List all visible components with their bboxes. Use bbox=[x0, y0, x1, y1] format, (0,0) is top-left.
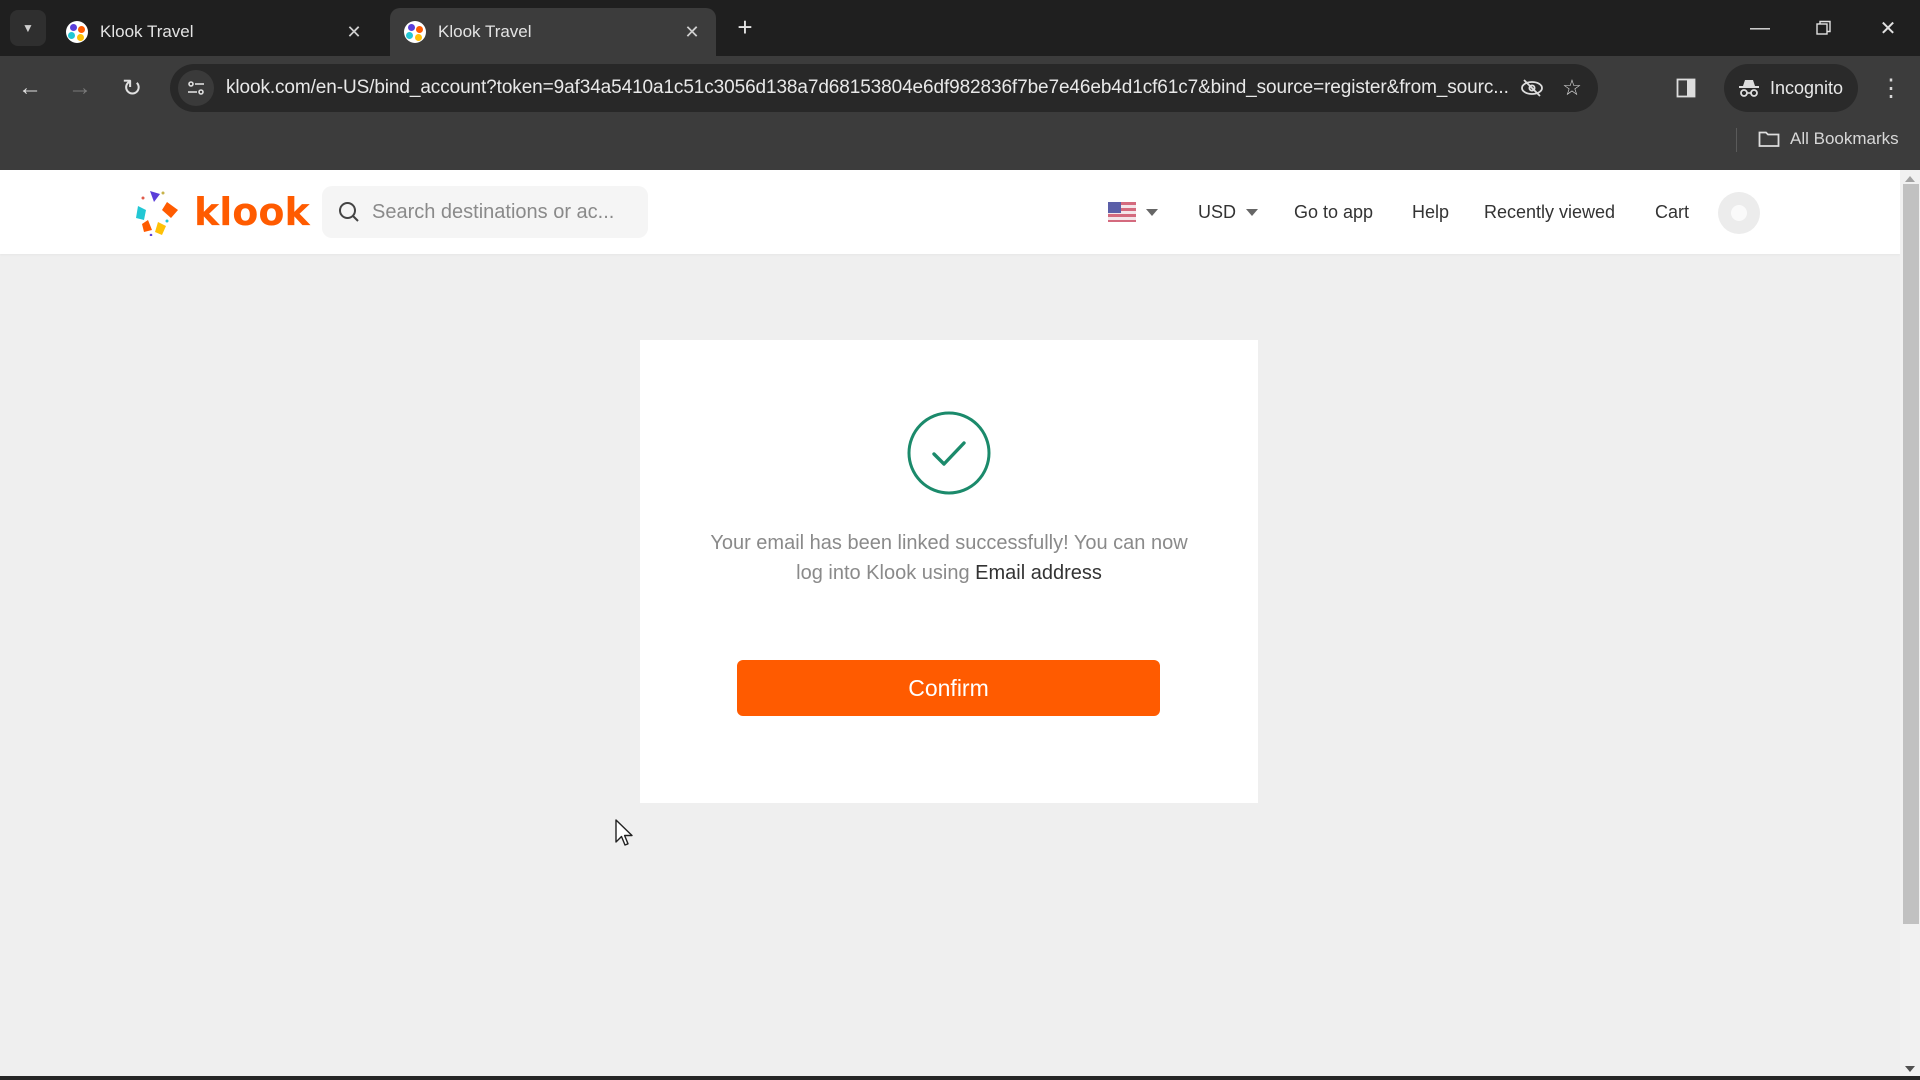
address-bar[interactable]: klook.com/en-US/bind_account?token=9af34… bbox=[170, 64, 1598, 112]
search-box[interactable] bbox=[322, 186, 648, 238]
reload-icon: ↻ bbox=[121, 74, 143, 102]
taskbar-edge bbox=[0, 1076, 1920, 1080]
search-icon bbox=[339, 202, 359, 222]
chevron-down-icon: ▼ bbox=[22, 21, 34, 35]
logo-text: klook bbox=[194, 190, 310, 234]
page-viewport: klook USD Go to app Help Recently viewed… bbox=[0, 170, 1900, 1080]
caret-down-icon bbox=[1246, 208, 1259, 216]
side-panel-icon[interactable] bbox=[1672, 74, 1700, 102]
tune-icon bbox=[188, 81, 204, 95]
site-info-button[interactable] bbox=[178, 70, 214, 106]
kebab-menu-icon[interactable]: ⋮ bbox=[1874, 70, 1908, 106]
scroll-up-icon[interactable] bbox=[1905, 176, 1915, 182]
browser-tab[interactable]: Klook Travel ✕ bbox=[52, 8, 378, 56]
folder-icon bbox=[1758, 131, 1780, 147]
browser-toolbar: ← → ↻ klook.com/en-US/bind_account?token… bbox=[0, 56, 1920, 170]
eye-off-icon[interactable] bbox=[1512, 68, 1552, 108]
bookmarks-divider bbox=[1736, 128, 1737, 152]
tab-title: Klook Travel bbox=[100, 22, 194, 41]
link-success-card: Your email has been linked successfully!… bbox=[640, 340, 1258, 803]
klook-favicon-icon bbox=[66, 21, 88, 43]
arrow-left-icon: ← bbox=[18, 74, 42, 101]
minimize-icon[interactable]: — bbox=[1730, 0, 1790, 56]
check-circle-icon bbox=[907, 411, 991, 495]
help-link[interactable]: Help bbox=[1412, 192, 1449, 232]
klook-logo[interactable]: klook bbox=[132, 188, 310, 236]
vertical-scrollbar[interactable] bbox=[1900, 170, 1920, 1080]
all-bookmarks-label: All Bookmarks bbox=[1790, 129, 1899, 148]
tab-title: Klook Travel bbox=[438, 22, 532, 41]
recently-viewed-link[interactable]: Recently viewed bbox=[1484, 192, 1615, 232]
new-tab-button[interactable]: + bbox=[730, 12, 760, 42]
login-method: Email address bbox=[975, 562, 1102, 584]
search-input[interactable] bbox=[372, 200, 642, 224]
site-header: klook USD Go to app Help Recently viewed… bbox=[0, 170, 1900, 254]
browser-tab-bar: ▼ Klook Travel ✕ Klook Travel ✕ + — ✕ bbox=[0, 0, 1920, 56]
cart-link[interactable]: Cart bbox=[1655, 192, 1689, 232]
incognito-icon bbox=[1739, 80, 1759, 97]
klook-logo-icon bbox=[136, 191, 178, 236]
go-to-app-link[interactable]: Go to app bbox=[1294, 192, 1373, 232]
mouse-cursor-icon bbox=[615, 819, 633, 846]
scrollbar-thumb[interactable] bbox=[1903, 184, 1919, 924]
all-bookmarks-button[interactable]: All Bookmarks bbox=[1758, 122, 1899, 156]
success-message: Your email has been linked successfully!… bbox=[700, 528, 1198, 588]
klook-favicon-icon bbox=[404, 21, 426, 43]
close-tab-icon[interactable]: ✕ bbox=[344, 22, 364, 42]
language-selector[interactable] bbox=[1108, 192, 1158, 232]
scroll-down-icon[interactable] bbox=[1905, 1066, 1915, 1072]
currency-label: USD bbox=[1198, 201, 1237, 222]
incognito-indicator[interactable]: Incognito bbox=[1724, 64, 1858, 112]
star-icon[interactable]: ☆ bbox=[1552, 68, 1592, 108]
restore-icon[interactable] bbox=[1794, 0, 1854, 56]
back-button[interactable]: ← bbox=[12, 70, 48, 106]
success-message-text: Your email has been linked successfully!… bbox=[710, 532, 1188, 584]
tab-list-button[interactable]: ▼ bbox=[10, 10, 46, 46]
close-tab-icon[interactable]: ✕ bbox=[682, 22, 702, 42]
forward-button[interactable]: → bbox=[62, 70, 98, 106]
avatar[interactable] bbox=[1718, 192, 1760, 234]
currency-selector[interactable]: USD bbox=[1198, 192, 1259, 232]
url-text[interactable]: klook.com/en-US/bind_account?token=9af34… bbox=[226, 77, 1512, 99]
close-window-icon[interactable]: ✕ bbox=[1858, 0, 1918, 56]
us-flag-icon bbox=[1108, 202, 1136, 222]
arrow-right-icon: → bbox=[68, 74, 92, 101]
caret-down-icon bbox=[1146, 208, 1158, 216]
browser-tab-active[interactable]: Klook Travel ✕ bbox=[390, 8, 716, 56]
reload-button[interactable]: ↻ bbox=[114, 70, 150, 106]
confirm-button[interactable]: Confirm bbox=[737, 660, 1160, 716]
incognito-label: Incognito bbox=[1770, 77, 1844, 98]
